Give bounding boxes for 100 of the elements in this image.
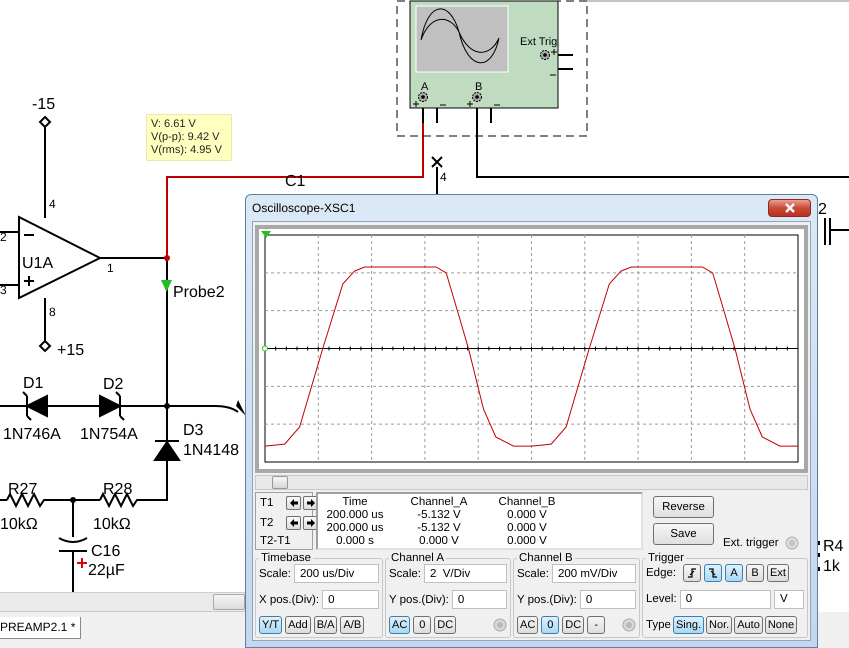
minus-sign-icon <box>550 74 556 76</box>
component-label: R4 <box>823 538 844 555</box>
position-field[interactable]: 0 <box>580 590 636 609</box>
component-label: R27 <box>8 481 38 498</box>
wire <box>0 499 7 501</box>
supply-terminal-icon <box>38 116 52 128</box>
arrow-head-icon <box>236 400 246 416</box>
cursor-label: T2-T1 <box>260 535 292 547</box>
horizontal-scrollbar[interactable] <box>0 592 245 612</box>
scrollbar-thumb[interactable] <box>213 594 245 610</box>
group-title: Trigger <box>647 552 685 564</box>
field-label: Type <box>646 619 671 631</box>
component-label: R28 <box>103 481 132 498</box>
mode-button[interactable]: Add <box>285 616 311 634</box>
action-button[interactable]: Reverse <box>653 496 714 518</box>
wire <box>830 229 849 231</box>
junction-dot <box>70 497 76 503</box>
wire <box>47 405 100 407</box>
table-cell-text: 200.000 us <box>326 509 384 522</box>
group-title: Timebase <box>260 552 312 564</box>
component-label: D1 <box>23 375 44 392</box>
rising-edge-icon <box>686 566 698 580</box>
component-label: D3 <box>183 422 204 439</box>
document-tab[interactable]: PREAMP2.1 * <box>0 617 82 639</box>
type-button[interactable]: None <box>764 616 798 634</box>
table-cell-text: 0.000 V <box>506 509 548 522</box>
wire <box>0 231 19 233</box>
coupling-button[interactable]: - <box>587 616 606 634</box>
close-icon <box>784 203 796 213</box>
component-value: 1N746A <box>3 426 61 443</box>
level-field[interactable]: 0 <box>680 590 771 608</box>
probe-reading: V(p-p): 9.42 V <box>151 131 220 144</box>
close-button[interactable] <box>768 199 811 217</box>
coupling-button[interactable]: DC <box>434 616 456 634</box>
edge-button[interactable] <box>683 564 701 582</box>
window-title: Oscilloscope-XSC1 <box>252 201 356 215</box>
wire <box>0 405 27 407</box>
junction-dot <box>164 403 170 409</box>
field-label: Y pos.(Div): <box>389 594 449 606</box>
component-label: U1A <box>22 255 54 272</box>
capacitor-symbol <box>58 537 88 569</box>
group-title: Channel B <box>518 552 574 564</box>
coupling-button[interactable]: AC <box>517 616 538 634</box>
radio-button[interactable] <box>784 536 799 550</box>
cursor-left-button[interactable] <box>286 516 301 530</box>
zener-diode-symbol <box>22 391 48 421</box>
plus-sign-icon <box>466 100 474 108</box>
diode-symbol <box>153 440 181 461</box>
field-label: X pos.(Div): <box>259 594 320 606</box>
coupling-button[interactable]: DC <box>562 616 584 634</box>
field-label: Edge: <box>646 567 678 579</box>
edge-button[interactable] <box>704 564 722 582</box>
pin-number: 4 <box>49 197 56 211</box>
source-button[interactable]: B <box>746 564 764 582</box>
source-button[interactable]: Ext <box>767 564 789 582</box>
type-button[interactable]: Sing. <box>672 616 704 634</box>
probe-icon <box>161 280 172 292</box>
action-button[interactable]: Save <box>653 523 714 545</box>
scale-field[interactable]: 200 mV/Div <box>552 564 636 583</box>
plus-sign-icon <box>550 48 558 56</box>
input-label: Ext Trig <box>520 36 558 48</box>
cursor-left-button[interactable] <box>286 496 301 510</box>
input-label: A <box>421 81 428 93</box>
minus-sign-icon <box>494 104 500 106</box>
trigger-marker-icon <box>261 231 271 238</box>
wire <box>0 284 19 286</box>
scale-field[interactable]: 200 us/Div <box>294 564 379 583</box>
table-cell-text: -5.132 V <box>416 522 462 535</box>
pin-number: 4 <box>440 170 447 184</box>
wire <box>72 551 74 592</box>
supply-label: +15 <box>57 342 84 359</box>
table-cell-text: 0.000 V <box>506 522 548 535</box>
terminal-icon <box>540 50 550 60</box>
indicator-icon <box>493 618 507 632</box>
input-label: B <box>475 81 482 93</box>
component-label: C1 <box>285 173 306 190</box>
mode-button[interactable]: Y/T <box>259 616 282 634</box>
mode-button[interactable]: A/B <box>340 616 364 634</box>
scrollbar-thumb[interactable] <box>272 476 288 489</box>
coupling-button[interactable]: AC <box>389 616 410 634</box>
component-value: 1k <box>823 558 840 575</box>
position-field[interactable]: 0 <box>322 590 379 609</box>
type-button[interactable]: Auto <box>734 616 763 634</box>
mode-button[interactable]: B/A <box>314 616 338 634</box>
pin-number: 1 <box>107 261 114 275</box>
scale-field[interactable]: 2 V/Div <box>424 564 507 583</box>
zener-diode-symbol <box>99 391 125 421</box>
component-value: 22µF <box>88 562 125 579</box>
field-label: Level: <box>646 593 677 605</box>
ext-trigger-label: Ext. trigger <box>723 537 779 550</box>
coupling-button[interactable]: 0 <box>413 616 432 634</box>
time-scrollbar[interactable] <box>255 475 808 490</box>
table-cell-text: 0.000 s <box>335 535 375 548</box>
type-button[interactable]: Nor. <box>706 616 732 634</box>
coupling-button[interactable]: 0 <box>541 616 560 634</box>
source-button[interactable]: A <box>725 564 743 582</box>
component-value: 10kΩ <box>93 516 131 533</box>
unit-field[interactable]: V <box>774 590 804 608</box>
position-field[interactable]: 0 <box>452 590 507 609</box>
probe-reading: V: 6.61 V <box>151 118 197 131</box>
